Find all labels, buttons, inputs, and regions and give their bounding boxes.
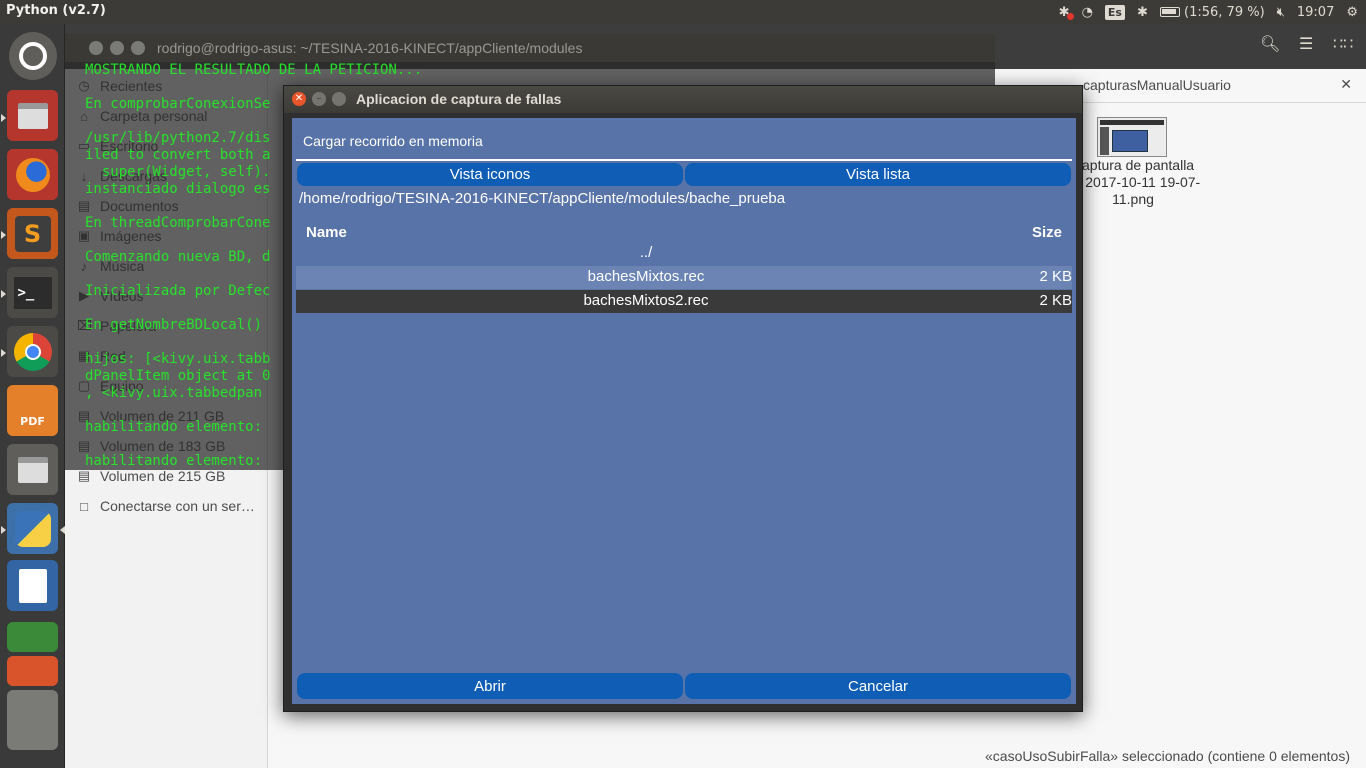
sublime-text-icon[interactable]: S [7,208,58,259]
trash-icon[interactable] [7,690,58,750]
server-icon: □ [80,498,88,514]
current-path: /home/rodrigo/TESINA-2016-KINECT/appClie… [299,190,786,207]
clock[interactable]: 19:07 [1297,5,1334,20]
gear-icon[interactable]: ⚙ [1346,5,1358,20]
list-view-icon[interactable]: ☰ [1299,34,1313,53]
minimize-icon[interactable]: – [312,92,326,106]
capture-dialog: ✕ – Aplicacion de captura de fallas Carg… [283,85,1083,712]
files-icon[interactable] [7,90,58,141]
status-bar: «casoUsoSubirFalla» seleccionado (contie… [985,748,1350,764]
chrome-icon[interactable] [7,326,58,377]
grid-view-icon[interactable]: ∷∷ [1333,34,1353,53]
dialog-titlebar: ✕ – Aplicacion de captura de fallas [284,86,1082,113]
file-name: ../ [639,244,653,261]
file-row[interactable]: bachesMixtos.rec 2 KB [296,266,1072,289]
search-icon[interactable]: 🔍︎ [1260,34,1280,53]
bluetooth-icon[interactable]: ✱ [1059,5,1074,20]
python-icon[interactable] [7,503,58,554]
pdf-editor-icon[interactable]: PDF [7,385,58,436]
terminal-line: MOSTRANDO EL RESULTADO DE LA PETICION... [85,62,423,78]
close-icon[interactable]: ✕ [292,92,306,106]
tab-label: capturasManualUsuario [1083,77,1231,93]
close-icon[interactable] [89,41,103,55]
dialog-heading: Cargar recorrido en memoria [303,133,483,149]
open-button[interactable]: Abrir [297,673,683,699]
drive-icon: ▤ [77,468,91,483]
column-header-size[interactable]: Size [1032,224,1062,241]
file-label: Captura de pantalla de 2017-10-11 19-07-… [1065,157,1201,207]
battery-icon [1159,7,1180,17]
battery-indicator[interactable]: (1:56, 79 %) [1159,4,1265,20]
file-row-parent[interactable]: ../ [296,242,1072,265]
sidebar-item[interactable]: □ Conectarse con un ser… [77,496,255,516]
firefox-icon[interactable] [7,149,58,200]
launcher: S >_ PDF [0,24,65,768]
keyboard-layout-indicator[interactable]: Es [1104,4,1125,20]
battery-text: (1:56, 79 %) [1184,4,1265,20]
file-size: 2 KB [1039,292,1072,309]
bluetooth-icon[interactable]: ✱ [1137,5,1148,20]
minimize-icon[interactable] [110,41,124,55]
sidebar-item-label: Volumen de 215 GB [100,468,226,484]
view-icons-button[interactable]: Vista iconos [297,163,683,186]
file-row-selected[interactable]: bachesMixtos2.rec 2 KB [296,290,1072,313]
cancel-button[interactable]: Cancelar [685,673,1071,699]
maximize-icon[interactable] [131,41,145,55]
window-title: rodrigo@rodrigo-asus: ~/TESINA-2016-KINE… [157,40,583,56]
dialog-title: Aplicacion de captura de fallas [356,91,562,107]
file-name: bachesMixtos.rec [587,268,705,285]
file-name: bachesMixtos2.rec [583,292,709,309]
dialog-body: Cargar recorrido en memoria Vista iconos… [292,118,1076,704]
terminal-icon[interactable]: >_ [7,267,58,318]
app-name: Python (v2.7) [6,3,106,18]
sidebar-item-label: Conectarse con un ser… [100,498,255,514]
libreoffice-impress-icon[interactable] [7,656,58,686]
volume-muted-icon[interactable]: 🔇︎ [1277,5,1285,20]
ubuntu-dash-icon[interactable] [9,32,57,80]
maximize-icon[interactable] [332,92,346,106]
top-panel: Python (v2.7) ✱ ◔ Es ✱ (1:56, 79 %) 🔇︎ 1… [0,0,1366,24]
column-header-name[interactable]: Name [306,224,347,241]
files-icon[interactable] [7,444,58,495]
file-size: 2 KB [1039,268,1072,285]
desktop: 🔍︎ ☰ ∷∷ ◷Recientes⌂Carpeta personal▭Escr… [0,0,1366,768]
view-list-button[interactable]: Vista lista [685,163,1071,186]
libreoffice-calc-icon[interactable] [7,622,58,652]
image-thumbnail[interactable] [1097,117,1167,157]
close-icon[interactable]: ✕ [1340,77,1352,93]
system-tray: ✱ ◔ Es ✱ (1:56, 79 %) 🔇︎ 19:07 ⚙ [1059,0,1358,24]
divider [296,159,1072,161]
wifi-icon[interactable]: ◔ [1082,5,1093,20]
terminal-titlebar: rodrigo@rodrigo-asus: ~/TESINA-2016-KINE… [65,34,995,62]
libreoffice-writer-icon[interactable] [7,560,58,611]
